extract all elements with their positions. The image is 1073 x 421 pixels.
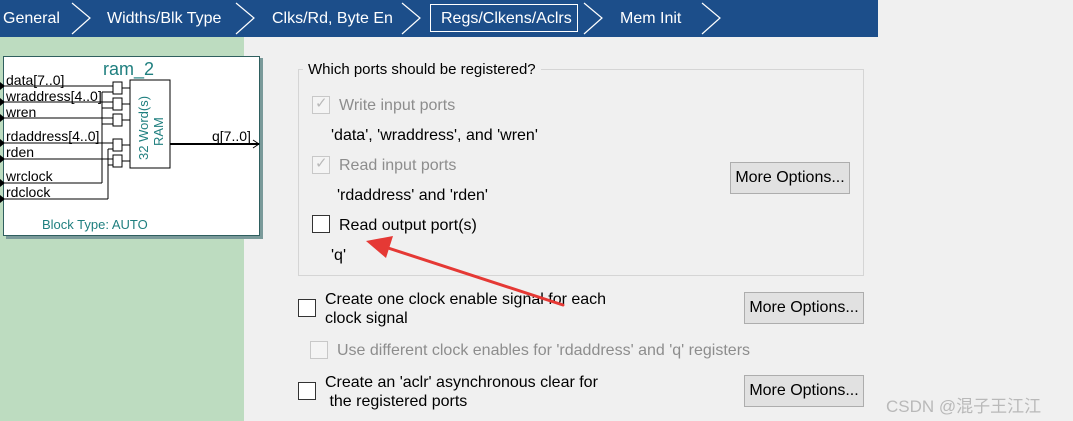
annotation-arrow-icon: [366, 236, 565, 307]
watermark: CSDN @混子王江江: [886, 397, 1042, 416]
